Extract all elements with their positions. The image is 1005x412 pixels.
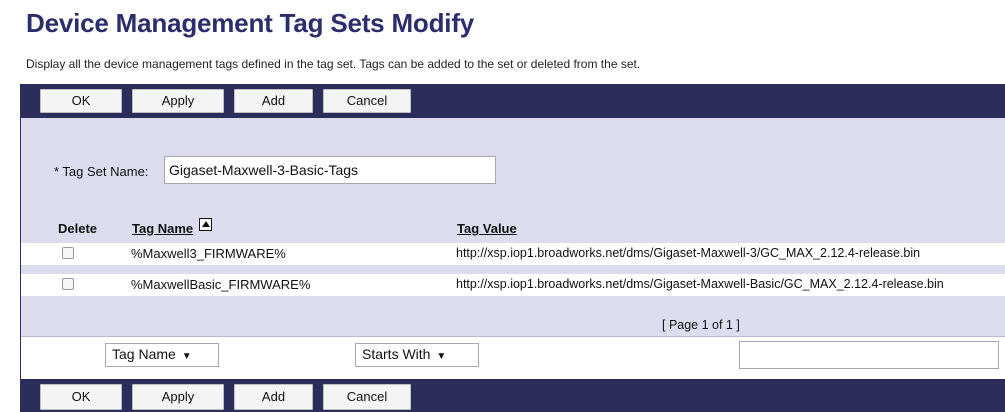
- search-field-value: Tag Name: [112, 346, 176, 362]
- tag-value-cell: http://xsp.iop1.broadworks.net/dms/Gigas…: [456, 246, 921, 260]
- page-title: Device Management Tag Sets Modify: [26, 8, 475, 38]
- chevron-down-icon: ▼: [181, 351, 192, 362]
- column-header-tag-name[interactable]: Tag Name: [132, 221, 193, 236]
- column-header-tag-value[interactable]: Tag Value: [457, 221, 517, 236]
- search-mode-select[interactable]: Starts With ▼: [355, 343, 479, 367]
- apply-button[interactable]: Apply: [132, 89, 224, 113]
- delete-checkbox[interactable]: [62, 247, 74, 259]
- sort-ascending-icon[interactable]: [199, 218, 212, 231]
- tag-value-cell: http://xsp.iop1.broadworks.net/dms/Gigas…: [456, 277, 944, 291]
- search-mode-value: Starts With: [362, 346, 431, 362]
- pagination-status: [ Page 1 of 1 ]: [662, 318, 740, 332]
- chevron-down-icon: ▼: [436, 351, 447, 362]
- column-header-delete: Delete: [58, 221, 98, 236]
- table-row: %Maxwell3_FIRMWARE% http://xsp.iop1.broa…: [21, 243, 1005, 265]
- tag-name-cell: %Maxwell3_FIRMWARE%: [131, 246, 286, 261]
- page-description: Display all the device management tags d…: [26, 57, 641, 71]
- bottom-toolbar: OK Apply Add Cancel: [20, 379, 1005, 412]
- search-input[interactable]: [739, 341, 999, 369]
- cancel-button[interactable]: Cancel: [323, 384, 411, 410]
- search-bar: Tag Name ▼ Starts With ▼: [21, 337, 1005, 379]
- tag-set-name-label: * Tag Set Name:: [54, 164, 149, 179]
- add-button[interactable]: Add: [234, 384, 313, 410]
- cancel-button[interactable]: Cancel: [323, 89, 411, 113]
- tag-name-cell: %MaxwellBasic_FIRMWARE%: [131, 277, 311, 292]
- top-toolbar: OK Apply Add Cancel: [20, 84, 1005, 118]
- apply-button[interactable]: Apply: [132, 384, 224, 410]
- ok-button[interactable]: OK: [40, 384, 122, 410]
- add-button[interactable]: Add: [234, 89, 313, 113]
- ok-button[interactable]: OK: [40, 89, 122, 113]
- search-field-select[interactable]: Tag Name ▼: [105, 343, 219, 367]
- delete-checkbox[interactable]: [62, 278, 74, 290]
- table-row: %MaxwellBasic_FIRMWARE% http://xsp.iop1.…: [21, 274, 1005, 296]
- tag-set-name-input[interactable]: [164, 156, 496, 184]
